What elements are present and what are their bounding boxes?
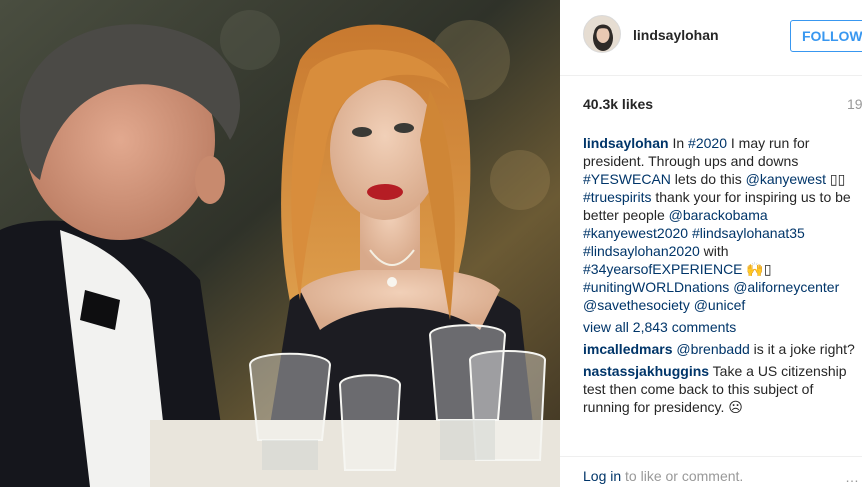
avatar[interactable] bbox=[583, 15, 621, 53]
caption-text-segment: ▯▯ bbox=[825, 171, 846, 187]
caption-text-segment: lets do this bbox=[670, 171, 746, 187]
login-prompt: Log in to like or comment. bbox=[583, 468, 743, 484]
caption-tag-link[interactable]: @kanyewest bbox=[746, 171, 826, 187]
caption-text-segment: 🙌▯ bbox=[742, 261, 772, 277]
caption-tag-link[interactable]: #34yearsofEXPERIENCE bbox=[583, 261, 743, 277]
post-header: lindsaylohan FOLLOW bbox=[560, 0, 862, 76]
comment-item: nastassjakhuggins Take a US citizenship … bbox=[583, 362, 858, 416]
comment-item: imcalledmars @brenbadd is it a joke righ… bbox=[583, 340, 858, 358]
follow-button[interactable]: FOLLOW bbox=[790, 20, 862, 52]
caption: lindsaylohan In #2020 I may run for pres… bbox=[583, 134, 858, 314]
comments-list: lindsaylohan In #2020 I may run for pres… bbox=[583, 134, 858, 420]
comment-username[interactable]: nastassjakhuggins bbox=[583, 363, 709, 379]
post-sidebar: lindsaylohan FOLLOW 40.3k likes 19 linds… bbox=[560, 0, 862, 487]
caption-tag-link[interactable]: #truespirits bbox=[583, 189, 651, 205]
caption-tag-link[interactable]: @barackobama bbox=[669, 207, 768, 223]
likes-row: 40.3k likes 19 bbox=[583, 96, 862, 114]
bottom-bar: Log in to like or comment. … bbox=[560, 456, 862, 487]
caption-tag-link[interactable]: #2020 bbox=[688, 135, 727, 151]
caption-text: In #2020 I may run for president. Throug… bbox=[583, 135, 851, 313]
comment-mention[interactable]: @brenbadd bbox=[676, 341, 749, 357]
caption-tag-link[interactable]: #unitingWORLDnations bbox=[583, 279, 729, 295]
caption-text-segment: In bbox=[668, 135, 689, 151]
comment-text: is it a joke right? bbox=[749, 341, 855, 357]
post-photo[interactable] bbox=[0, 0, 560, 487]
caption-tag-link[interactable]: #YESWECAN bbox=[583, 171, 671, 187]
caption-username[interactable]: lindsaylohan bbox=[583, 135, 669, 151]
caption-tag-link[interactable]: @unicef bbox=[694, 297, 746, 313]
post-author-username[interactable]: lindsaylohan bbox=[633, 27, 719, 43]
photo-illustration bbox=[0, 0, 560, 487]
avatar-image bbox=[584, 16, 620, 52]
more-options-icon[interactable]: … bbox=[845, 469, 860, 485]
caption-tag-link[interactable]: #lindsaylohanat35 bbox=[692, 225, 805, 241]
likes-count[interactable]: 40.3k likes bbox=[583, 96, 653, 112]
caption-text-segment: with bbox=[699, 243, 729, 259]
login-link[interactable]: Log in bbox=[583, 468, 621, 484]
caption-tag-link[interactable]: @savethesociety bbox=[583, 297, 690, 313]
login-prompt-text: to like or comment. bbox=[621, 468, 744, 484]
view-all-comments-link[interactable]: view all 2,843 comments bbox=[583, 318, 858, 336]
caption-tag-link[interactable]: @aliforneycenter bbox=[733, 279, 839, 295]
post-time[interactable]: 19 bbox=[847, 96, 862, 112]
comment-username[interactable]: imcalledmars bbox=[583, 341, 673, 357]
caption-tag-link[interactable]: #lindsaylohan2020 bbox=[583, 243, 700, 259]
caption-tag-link[interactable]: #kanyewest2020 bbox=[583, 225, 688, 241]
